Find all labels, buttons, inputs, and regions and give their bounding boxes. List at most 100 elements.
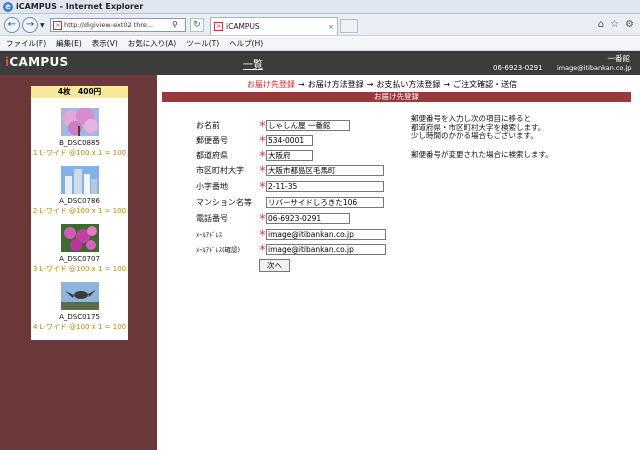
cart-item[interactable]: A_DSC0175 4 L-ワイド @100 x 1 = 100 <box>31 282 128 332</box>
email-input[interactable] <box>266 228 386 240</box>
email-confirm-label: ﾒｰﾙｱﾄﾞﾚｽ(確認) <box>196 246 241 254</box>
step-arrow: → <box>366 80 374 89</box>
buildings-thumbnail[interactable] <box>60 166 99 194</box>
tab-favicon-icon: > <box>214 22 223 31</box>
required-mark: ＊ <box>258 120 268 130</box>
step-arrow: → <box>443 80 451 89</box>
cart-item[interactable]: A_DSC0786 2 L-ワイド @100 x 1 = 100 <box>31 166 128 216</box>
phone-row: 電話番号 ＊ <box>196 212 350 224</box>
cart-item-name: A_DSC0707 <box>59 255 100 263</box>
section-title-bar: お届け先登録 <box>162 92 631 102</box>
step-delivery-method: お届け方法登録 <box>307 80 364 89</box>
cart-box: 4枚 400円 B_DSC0885 1 L-ワイド @100 x 1 = 100 <box>31 86 128 340</box>
building-row: マンション名等 <box>196 196 384 208</box>
refresh-button[interactable]: ↻ <box>190 18 204 32</box>
cart-item[interactable]: B_DSC0885 1 L-ワイド @100 x 1 = 100 <box>31 107 128 158</box>
email-confirm-row: ﾒｰﾙｱﾄﾞﾚｽ(確認) ＊ <box>196 243 386 255</box>
cart-item-desc: 2 L-ワイド @100 x 1 = 100 <box>32 207 127 215</box>
street-input[interactable] <box>266 180 384 192</box>
postal-change-note: 郵便番号が変更された場合に検索します。 <box>411 150 553 159</box>
menu-file[interactable]: ファイル(F) <box>6 38 46 49</box>
cart-item-name: A_DSC0786 <box>59 197 100 205</box>
store-phone: 06-6923-0291 <box>493 64 543 72</box>
required-mark: ＊ <box>258 181 268 191</box>
favorites-star-icon[interactable]: ☆ <box>610 19 619 30</box>
email-label: ﾒｰﾙｱﾄﾞﾚｽ <box>196 231 222 239</box>
checkout-steps: お届け先登録 → お届け方法登録 → お支払い方法登録 → ご注文確認・送信 <box>247 79 517 90</box>
forward-button[interactable]: → <box>22 17 38 33</box>
cart-item-desc: 3 L-ワイド @100 x 1 = 100 <box>32 265 127 273</box>
browser-tab[interactable]: > iCAMPUS × <box>210 17 338 35</box>
back-button[interactable]: ← <box>4 17 20 33</box>
required-mark: ＊ <box>258 244 268 254</box>
building-label: マンション名等 <box>196 197 252 207</box>
browser-icons: ⌂ ☆ ⚙ <box>598 19 634 30</box>
menu-bar: ファイル(F) 編集(E) 表示(V) お気に入り(A) ツール(T) ヘルプ(… <box>0 37 640 51</box>
email-row: ﾒｰﾙｱﾄﾞﾚｽ ＊ <box>196 228 386 240</box>
menu-favorites[interactable]: お気に入り(A) <box>128 38 176 49</box>
list-link[interactable]: 一覧 <box>243 56 263 71</box>
window-title: iCAMPUS - Internet Explorer <box>16 2 144 11</box>
cherry-blossom-thumbnail[interactable] <box>60 107 99 136</box>
prefecture-row: 都道府県 ＊ <box>196 149 313 161</box>
name-input[interactable] <box>266 119 350 131</box>
required-mark: ＊ <box>258 135 268 145</box>
postal-code-label: 郵便番号 <box>196 135 228 145</box>
flowers-thumbnail[interactable] <box>60 224 99 252</box>
required-mark: ＊ <box>258 165 268 175</box>
ie-logo-icon: e <box>3 1 13 12</box>
building-input[interactable] <box>266 196 384 208</box>
bird-thumbnail[interactable] <box>60 282 99 310</box>
gear-icon[interactable]: ⚙ <box>625 19 634 30</box>
cart-item-desc: 4 L-ワイド @100 x 1 = 100 <box>32 323 127 331</box>
cart-item[interactable]: A_DSC0707 3 L-ワイド @100 x 1 = 100 <box>31 224 128 274</box>
cart-item-name: B_DSC0885 <box>59 139 100 147</box>
tab-title: iCAMPUS <box>226 22 260 31</box>
address-url: http://digiview-ext02 thre... <box>64 21 154 29</box>
site-header: iCAMPUS 一覧 一番館 06-6923-0291 image@itiban… <box>0 51 640 75</box>
name-row: お名前 ＊ <box>196 119 350 131</box>
store-email: image@itibankan.co.jp <box>557 64 632 72</box>
cart-item-desc: 1 L-ワイド @100 x 1 = 100 <box>32 149 127 157</box>
cart-item-name: A_DSC0175 <box>59 313 100 321</box>
postal-code-row: 郵便番号 ＊ <box>196 134 313 146</box>
city-input[interactable] <box>266 164 384 176</box>
street-row: 小字番地 ＊ <box>196 180 384 192</box>
name-label: お名前 <box>196 120 220 130</box>
site-favicon-icon: > <box>53 20 62 30</box>
required-mark: ＊ <box>258 150 268 160</box>
new-tab-button[interactable] <box>340 19 358 33</box>
note-line: 少し時間のかかる場合もございます。 <box>411 131 538 140</box>
prefecture-input[interactable] <box>266 149 313 161</box>
email-confirm-input[interactable] <box>266 243 386 255</box>
step-payment-method: お支払い方法登録 <box>376 80 441 89</box>
postal-search-note: 郵便番号を入力し次の項目に移ると 都道府県・市区町村大字を検索します。 少し時間… <box>411 114 545 141</box>
history-dropdown-icon[interactable]: ▼ <box>40 22 45 29</box>
step-delivery-address: お届け先登録 <box>247 80 295 89</box>
tab-close-icon[interactable]: × <box>328 23 334 31</box>
street-label: 小字番地 <box>196 181 228 191</box>
city-row: 市区町村大字 ＊ <box>196 164 384 176</box>
search-icon[interactable]: ⚲ <box>172 20 182 30</box>
required-mark: ＊ <box>258 213 268 223</box>
menu-edit[interactable]: 編集(E) <box>56 38 82 49</box>
required-mark: ＊ <box>258 229 268 239</box>
home-icon[interactable]: ⌂ <box>598 19 604 30</box>
city-label: 市区町村大字 <box>196 165 244 175</box>
cart-summary: 4枚 400円 <box>31 86 128 98</box>
step-arrow: → <box>298 80 305 89</box>
menu-view[interactable]: 表示(V) <box>92 38 118 49</box>
browser-toolbar: ← → ▼ > http://digiview-ext02 thre... ⚲ … <box>0 14 640 36</box>
store-name: 一番館 <box>607 54 631 63</box>
phone-input[interactable] <box>266 212 350 224</box>
window-titlebar: e iCAMPUS - Internet Explorer <box>0 0 640 14</box>
phone-label: 電話番号 <box>196 213 228 223</box>
step-order-confirm: ご注文確認・送信 <box>453 80 518 89</box>
next-button[interactable]: 次へ <box>259 259 290 272</box>
prefecture-label: 都道府県 <box>196 150 228 160</box>
address-bar[interactable]: > http://digiview-ext02 thre... <box>50 18 186 32</box>
menu-help[interactable]: ヘルプ(H) <box>229 38 263 49</box>
site-logo[interactable]: iCAMPUS <box>5 55 68 69</box>
postal-code-input[interactable] <box>266 134 313 146</box>
menu-tools[interactable]: ツール(T) <box>186 38 219 49</box>
